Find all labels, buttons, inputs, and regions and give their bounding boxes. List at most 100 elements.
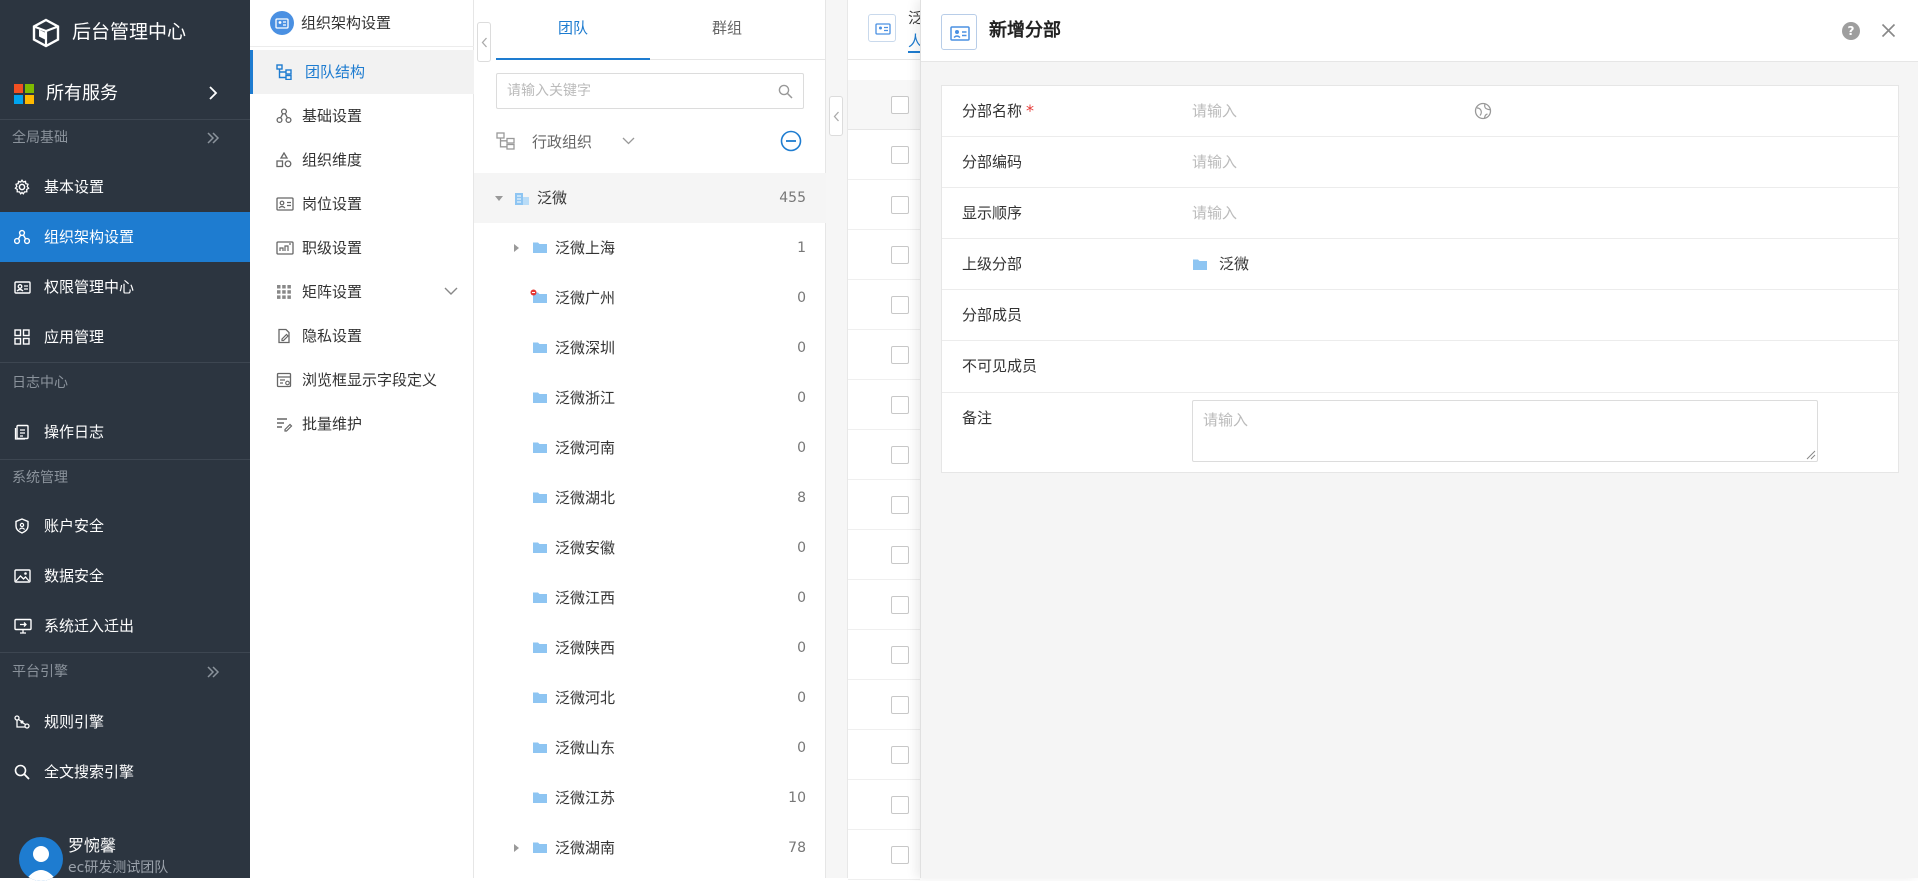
nav-data-security[interactable]: 数据安全 <box>0 551 250 601</box>
row-checkbox[interactable] <box>891 646 909 664</box>
nav-basic-settings[interactable]: 基本设置 <box>0 162 250 212</box>
display-order-input[interactable] <box>1192 188 1592 238</box>
row-checkbox[interactable] <box>891 596 909 614</box>
org-card-icon <box>868 14 896 42</box>
resize-handle-icon[interactable] <box>1806 450 1816 460</box>
remark-textarea[interactable] <box>1192 400 1818 462</box>
submenu-browse-field-definition[interactable]: 浏览框显示字段定义 <box>250 358 474 402</box>
field-label: 不可见成员 <box>962 357 1038 375</box>
field-invisible-members: 不可见成员 <box>942 341 1900 393</box>
row-checkbox[interactable] <box>891 796 909 814</box>
folder-icon <box>532 841 548 854</box>
submenu-team-structure[interactable]: 团队结构 <box>250 50 474 94</box>
tree-node[interactable]: 泛微深圳 0 <box>474 323 826 373</box>
row-checkbox[interactable] <box>891 446 909 464</box>
section-system-management: 系统管理 <box>0 460 250 496</box>
table-row <box>848 780 920 830</box>
tree-node[interactable]: 泛微湖南 78 <box>474 823 826 873</box>
all-services-button[interactable]: 所有服务 <box>0 76 250 120</box>
submenu-position-settings[interactable]: 岗位设置 <box>250 182 474 226</box>
submenu-privacy-settings[interactable]: 隐私设置 <box>250 314 474 358</box>
node-count: 0 <box>797 540 806 556</box>
node-count: 0 <box>797 740 806 756</box>
nav-fulltext-search[interactable]: 全文搜索引擎 <box>0 747 250 797</box>
nav-app-management[interactable]: 应用管理 <box>0 312 250 362</box>
row-checkbox[interactable] <box>891 696 909 714</box>
table-row <box>848 730 920 780</box>
current-user[interactable]: 罗惋馨 ec研发测试团队 <box>0 830 250 881</box>
tree-root-node[interactable]: 泛微 455 <box>474 173 826 223</box>
submenu-label: 团队结构 <box>305 63 366 81</box>
tree-node[interactable]: 泛微湖北 8 <box>474 473 826 523</box>
close-icon[interactable] <box>1881 23 1896 38</box>
tree-node[interactable]: 泛微陕西 0 <box>474 623 826 673</box>
node-name: 泛微 <box>537 189 568 207</box>
row-checkbox[interactable] <box>891 396 909 414</box>
submenu-title: 组织架构设置 <box>301 14 392 32</box>
row-checkbox[interactable] <box>891 246 909 264</box>
row-checkbox[interactable] <box>891 196 909 214</box>
submenu-rank-settings[interactable]: 职级设置 <box>250 226 474 270</box>
tree-node[interactable]: 泛微山东 0 <box>474 723 826 773</box>
submenu-label: 浏览框显示字段定义 <box>302 371 438 389</box>
select-all-checkbox[interactable] <box>891 96 909 114</box>
tree-node[interactable]: 泛微上海 1 <box>474 223 826 273</box>
tree-node[interactable]: 泛微浙江 0 <box>474 373 826 423</box>
submenu-basic-settings[interactable]: 基础设置 <box>250 94 474 138</box>
nav-operation-log[interactable]: 操作日志 <box>0 407 250 457</box>
section-platform-engine[interactable]: 平台引擎 <box>0 654 250 690</box>
org-type-select[interactable]: 行政组织 <box>496 127 646 157</box>
nav-rule-engine[interactable]: 规则引擎 <box>0 697 250 747</box>
tree-node[interactable]: 泛微河北 0 <box>474 673 826 723</box>
avatar[interactable] <box>19 837 63 881</box>
nav-account-security[interactable]: 账户安全 <box>0 501 250 551</box>
submenu-collapse-handle[interactable] <box>477 22 491 62</box>
section-title: 日志中心 <box>12 375 68 391</box>
nodes-icon <box>276 108 292 124</box>
list-edit-icon <box>276 416 293 432</box>
caret-right-icon[interactable] <box>511 243 521 253</box>
caret-right-icon[interactable] <box>511 843 521 853</box>
help-icon[interactable]: ? <box>1842 22 1860 40</box>
collapse-all-icon[interactable] <box>780 130 802 152</box>
caret-down-icon[interactable] <box>494 193 504 203</box>
tree-node[interactable]: 泛微广州 0 <box>474 273 826 323</box>
row-checkbox[interactable] <box>891 546 909 564</box>
table-row <box>848 330 920 380</box>
chevron-down-icon[interactable] <box>444 287 458 296</box>
row-checkbox[interactable] <box>891 746 909 764</box>
globe-icon[interactable] <box>1474 102 1492 120</box>
node-name: 泛微江苏 <box>555 789 616 807</box>
nav-org-settings[interactable]: 组织架构设置 <box>0 212 250 262</box>
row-checkbox[interactable] <box>891 296 909 314</box>
section-global-basic[interactable]: 全局基础 <box>0 120 250 156</box>
app-logo-icon <box>31 18 61 48</box>
node-count: 0 <box>797 640 806 656</box>
branch-name-input[interactable] <box>1192 86 1592 136</box>
submenu-batch-maintenance[interactable]: 批量维护 <box>250 402 474 446</box>
table-row <box>848 130 920 180</box>
submenu-matrix-settings[interactable]: 矩阵设置 <box>250 270 474 314</box>
tree-collapse-handle[interactable] <box>829 96 843 136</box>
nav-permission-center[interactable]: 权限管理中心 <box>0 262 250 312</box>
row-checkbox[interactable] <box>891 346 909 364</box>
row-checkbox[interactable] <box>891 496 909 514</box>
tree-node[interactable]: 泛微安徽 0 <box>474 523 826 573</box>
nav-system-migration[interactable]: 系统迁入迁出 <box>0 601 250 651</box>
submenu-org-dimension[interactable]: 组织维度 <box>250 138 474 182</box>
document-icon <box>14 424 30 440</box>
row-checkbox[interactable] <box>891 846 909 864</box>
tree-node[interactable]: 泛微江西 0 <box>474 573 826 623</box>
branch-code-input[interactable] <box>1192 137 1592 187</box>
tree-search-input[interactable] <box>497 74 767 108</box>
node-name: 泛微河北 <box>555 689 616 707</box>
row-checkbox[interactable] <box>891 146 909 164</box>
tab-group[interactable]: 群组 <box>650 0 804 60</box>
double-chevron-icon <box>206 665 220 679</box>
search-icon[interactable] <box>778 84 793 99</box>
all-services-label: 所有服务 <box>46 83 118 104</box>
tab-team[interactable]: 团队 <box>496 0 650 60</box>
tree-node[interactable]: 泛微江苏 10 <box>474 773 826 823</box>
rank-chart-icon <box>276 240 294 256</box>
tree-node[interactable]: 泛微河南 0 <box>474 423 826 473</box>
